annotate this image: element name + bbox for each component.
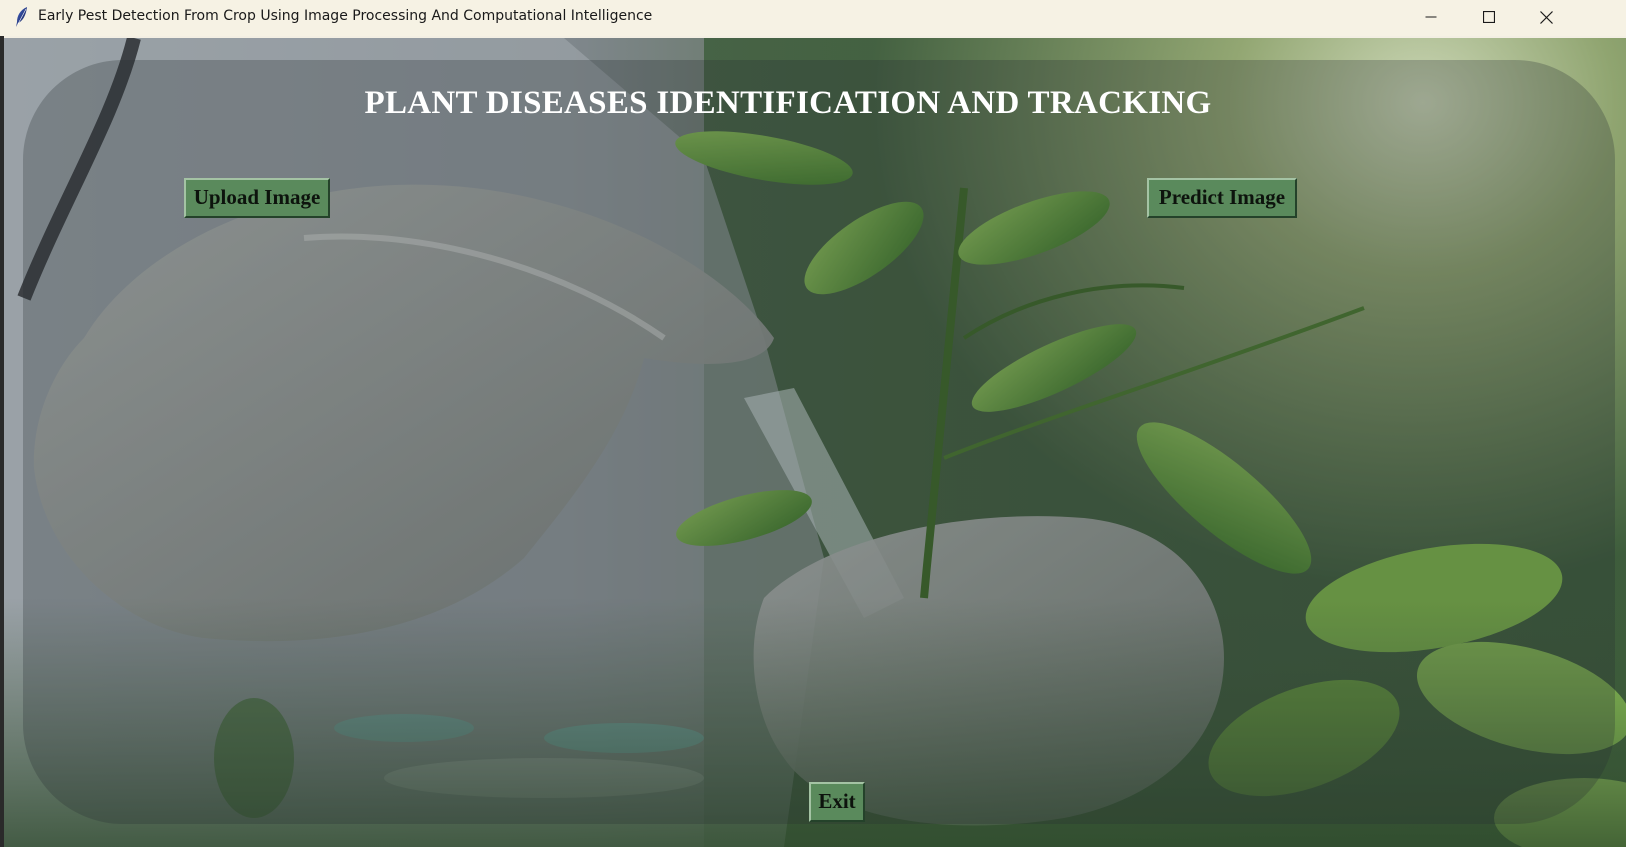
close-button[interactable] xyxy=(1518,0,1574,34)
predict-image-button[interactable]: Predict Image xyxy=(1147,178,1297,218)
overlay-panel: PLANT DISEASES IDENTIFICATION AND TRACKI… xyxy=(23,60,1615,824)
maximize-icon xyxy=(1483,11,1495,23)
maximize-button[interactable] xyxy=(1461,0,1517,34)
window-title: Early Pest Detection From Crop Using Ima… xyxy=(38,8,653,24)
exit-button[interactable]: Exit xyxy=(809,782,865,822)
title-bar[interactable]: Early Pest Detection From Crop Using Ima… xyxy=(0,0,1626,36)
feather-icon xyxy=(16,7,27,27)
app-window: Early Pest Detection From Crop Using Ima… xyxy=(0,0,1626,847)
minimize-icon xyxy=(1425,16,1437,18)
close-icon xyxy=(1539,10,1553,24)
page-title: PLANT DISEASES IDENTIFICATION AND TRACKI… xyxy=(364,85,1212,121)
main-canvas: PLANT DISEASES IDENTIFICATION AND TRACKI… xyxy=(4,38,1626,847)
upload-image-button[interactable]: Upload Image xyxy=(184,178,330,218)
minimize-button[interactable] xyxy=(1403,0,1459,34)
